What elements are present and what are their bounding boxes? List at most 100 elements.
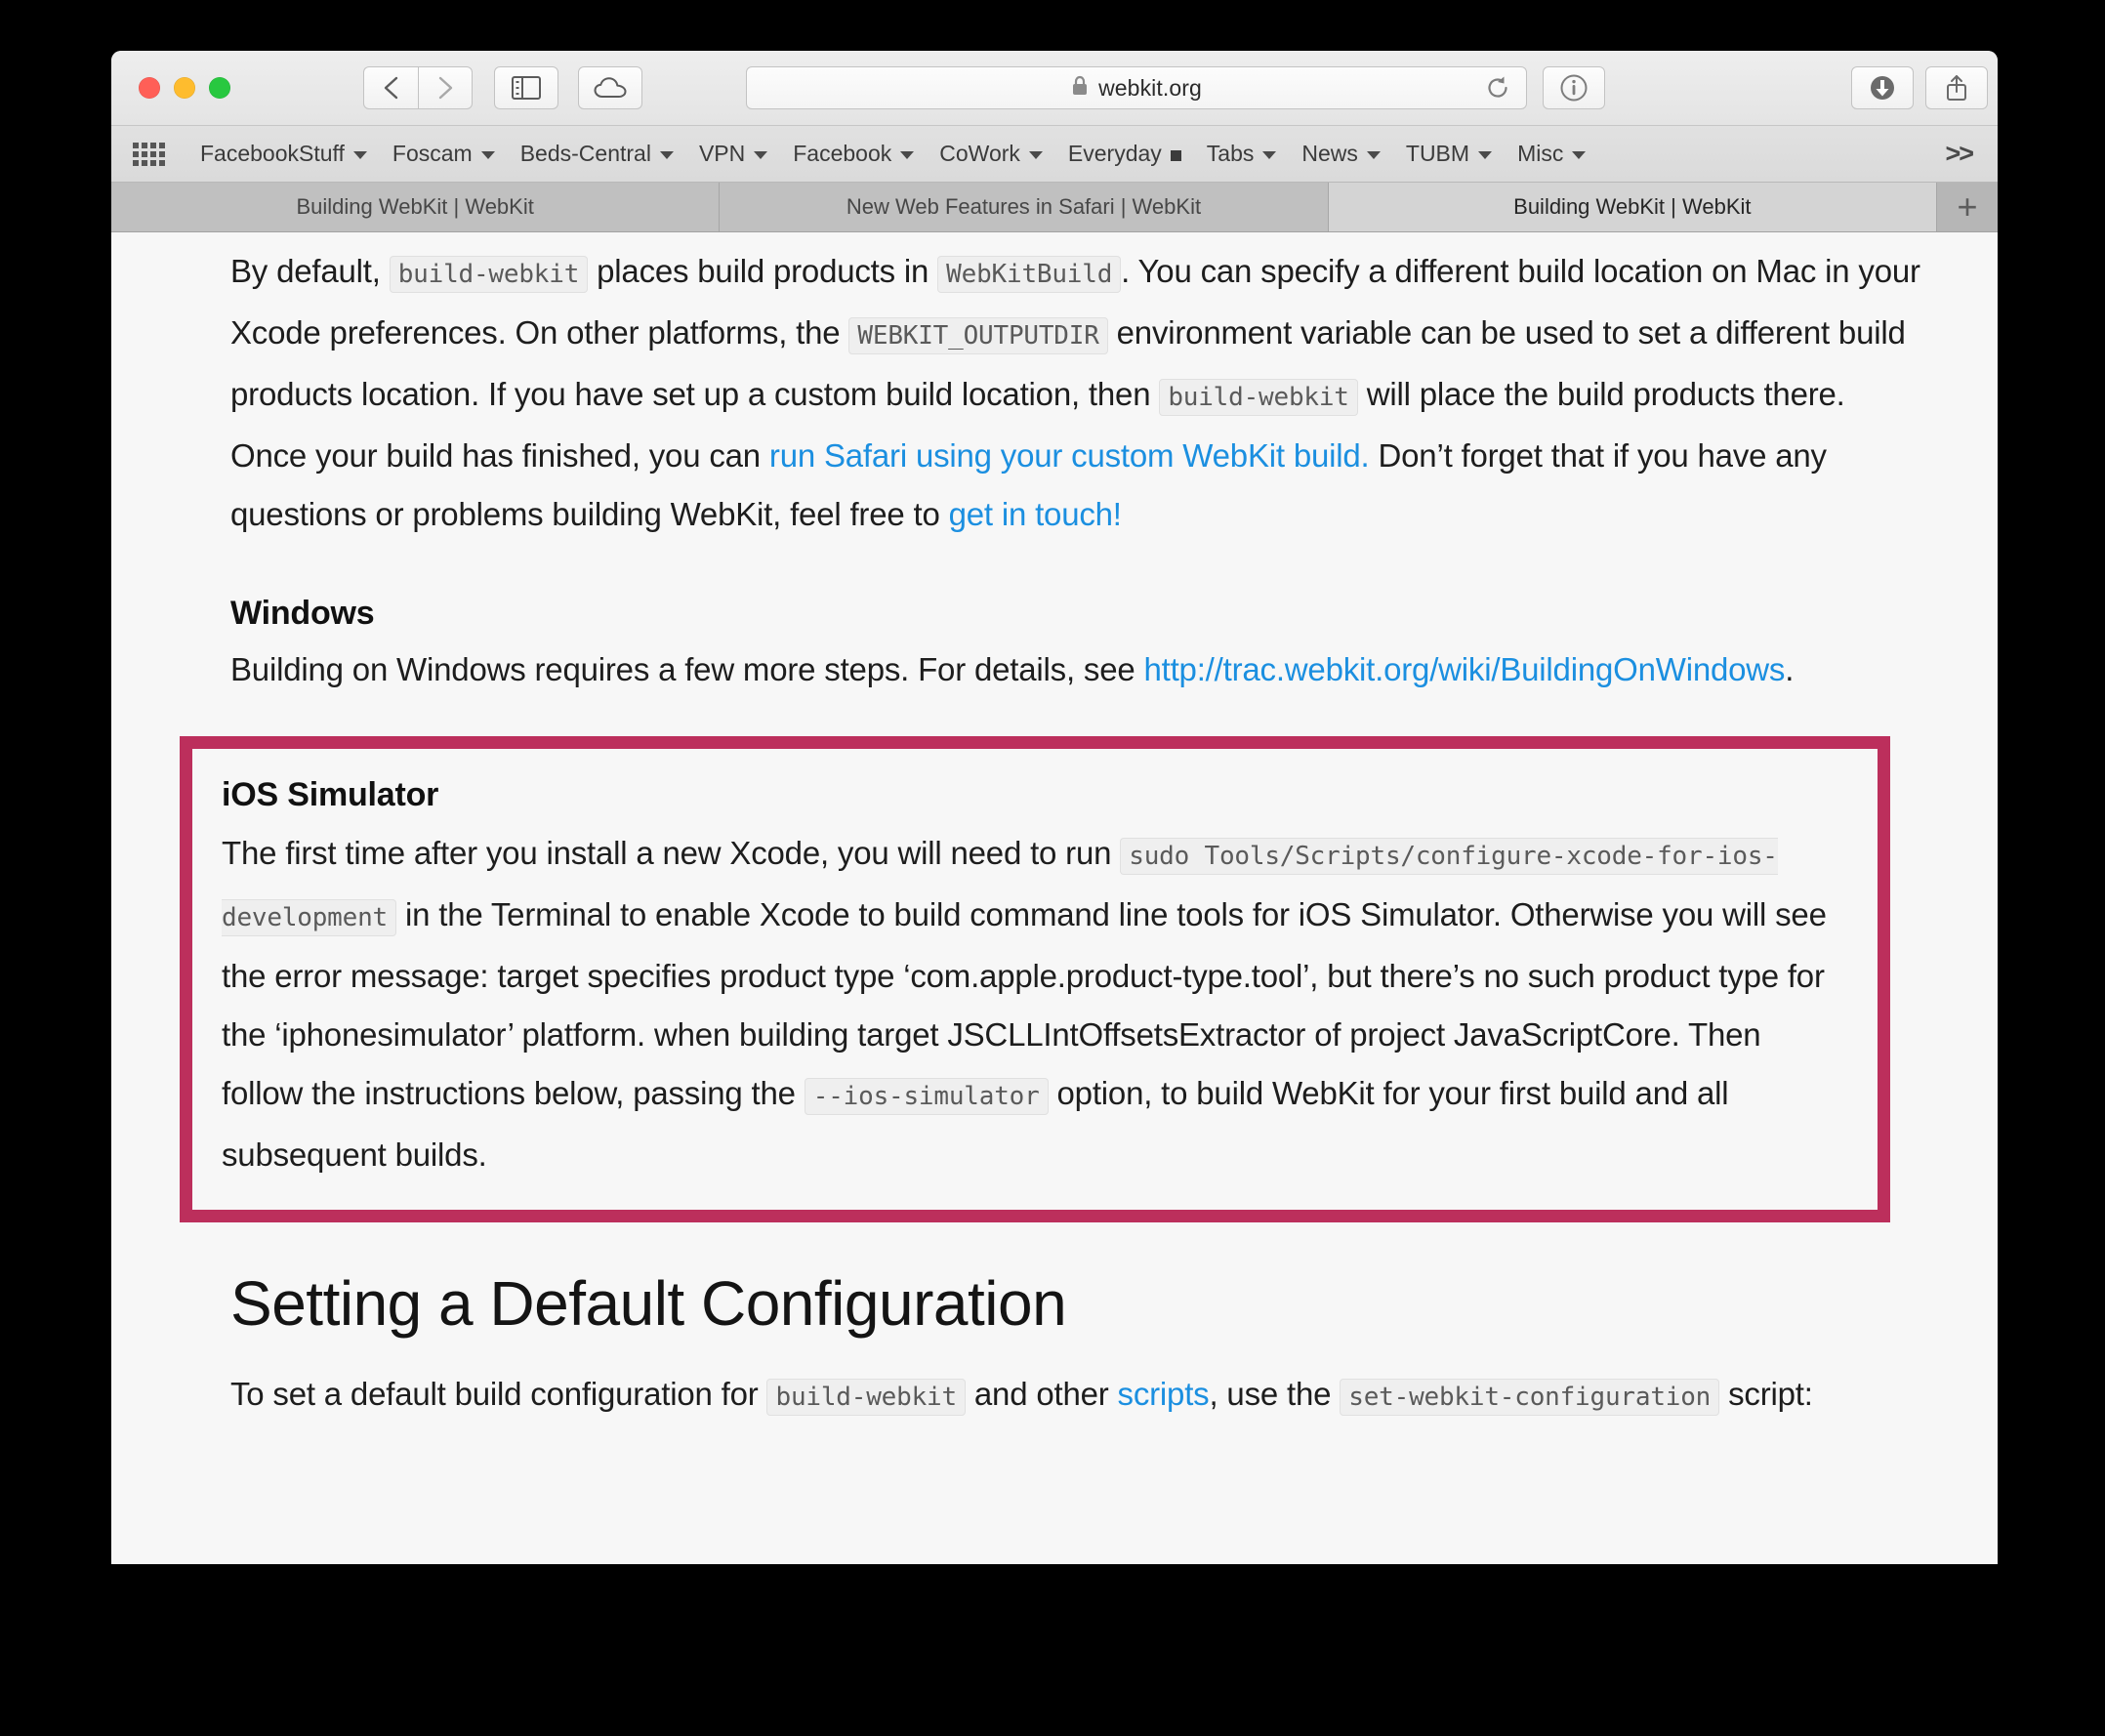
bookmark-tubm[interactable]: TUBM — [1393, 137, 1505, 171]
chevron-down-icon — [480, 151, 495, 159]
heading-setting-default-configuration: Setting a Default Configuration — [230, 1268, 1067, 1339]
heading-windows: Windows — [230, 595, 375, 632]
bookmark-facebookstuff[interactable]: FacebookStuff — [187, 137, 380, 171]
browser-toolbar: webkit.org — [111, 51, 1998, 126]
code-webkit-outputdir: WEBKIT_OUTPUTDIR — [848, 317, 1108, 354]
chevron-right-icon — [435, 74, 455, 102]
tab-title: Building WebKit | WebKit — [1513, 194, 1752, 219]
chevron-down-icon — [659, 151, 674, 159]
lock-icon — [1071, 75, 1089, 102]
bookmarks-overflow-button[interactable]: >> — [1945, 139, 1974, 169]
new-tab-button[interactable]: + — [1936, 183, 1998, 231]
bookmark-misc[interactable]: Misc — [1505, 137, 1598, 171]
tab-title: Building WebKit | WebKit — [296, 194, 534, 219]
bookmark-label: TUBM — [1405, 141, 1470, 166]
link-run-safari-custom-build[interactable]: run Safari using your custom WebKit buil… — [769, 437, 1370, 474]
bookmark-label: Foscam — [392, 141, 473, 166]
bookmark-label: CoWork — [939, 141, 1020, 166]
bookmark-label: FacebookStuff — [200, 141, 345, 166]
tab-title: New Web Features in Safari | WebKit — [846, 194, 1202, 219]
address-bar-url: webkit.org — [1098, 74, 1202, 101]
reload-button[interactable] — [1483, 73, 1512, 103]
webpage-content: By default, build-webkit places build pr… — [111, 232, 1998, 1564]
chevron-down-icon — [1572, 151, 1587, 159]
text-fragment: To set a default build configuration for — [230, 1376, 759, 1412]
bookmark-label: Beds-Central — [519, 141, 651, 166]
link-get-in-touch[interactable]: get in touch! — [949, 496, 1122, 532]
tab-building-webkit-2[interactable]: Building WebKit | WebKit — [1328, 183, 1937, 231]
bookmark-label: Everyday — [1067, 141, 1162, 166]
address-bar[interactable]: webkit.org — [746, 66, 1527, 109]
paragraph-windows: Building on Windows requires a few more … — [230, 641, 1929, 699]
maximize-window-button[interactable] — [209, 77, 230, 99]
share-icon — [1944, 73, 1969, 103]
text-fragment: The first time after you install a new X… — [222, 835, 1112, 871]
browser-window: webkit.org FacebookStuff Foscam Beds-Cen… — [111, 51, 1998, 1564]
paragraph-default-configuration: To set a default build configuration for… — [230, 1365, 1929, 1426]
address-bar-content: webkit.org — [1071, 75, 1202, 102]
bookmark-beds-central[interactable]: Beds-Central — [508, 137, 686, 171]
text-fragment: and other — [973, 1376, 1109, 1412]
bookmark-everyday[interactable]: Everyday — [1055, 137, 1194, 171]
chevron-left-icon — [382, 74, 401, 102]
tab-bar: Building WebKit | WebKit New Web Feature… — [111, 183, 1998, 232]
heading-ios-simulator: iOS Simulator — [222, 776, 439, 813]
bookmark-vpn[interactable]: VPN — [686, 137, 780, 171]
chevron-down-icon — [900, 151, 915, 159]
bookmark-facebook[interactable]: Facebook — [780, 137, 927, 171]
square-marker-icon — [1170, 149, 1181, 161]
paragraph-build-location: By default, build-webkit places build pr… — [230, 242, 1929, 544]
article-body: By default, build-webkit places build pr… — [111, 232, 1998, 1426]
bookmark-foscam[interactable]: Foscam — [380, 137, 508, 171]
bookmarks-bar: FacebookStuff Foscam Beds-Central VPN Fa… — [111, 126, 1998, 183]
chevron-down-icon — [1028, 151, 1043, 159]
chevron-down-icon — [1478, 151, 1493, 159]
share-button[interactable] — [1925, 66, 1988, 109]
code-ios-simulator-flag: --ios-simulator — [804, 1078, 1049, 1115]
reader-info-button[interactable] — [1543, 66, 1605, 109]
bookmark-tabs[interactable]: Tabs — [1194, 137, 1290, 171]
text-fragment: places build products in — [597, 253, 929, 289]
bookmark-cowork[interactable]: CoWork — [927, 137, 1055, 171]
downloads-button[interactable] — [1851, 66, 1914, 109]
back-button[interactable] — [363, 66, 418, 109]
text-fragment: . — [1785, 651, 1795, 687]
text-fragment: script: — [1728, 1376, 1813, 1412]
cloud-icon — [594, 76, 627, 100]
tab-new-web-features[interactable]: New Web Features in Safari | WebKit — [720, 183, 1329, 231]
text-fragment: Building on Windows requires a few more … — [230, 651, 1135, 687]
chevron-down-icon — [1262, 151, 1277, 159]
chevron-down-icon — [1366, 151, 1381, 159]
tab-building-webkit-1[interactable]: Building WebKit | WebKit — [111, 183, 721, 231]
window-controls — [139, 77, 230, 99]
ios-simulator-callout: iOS Simulator The first time after you i… — [180, 736, 1890, 1222]
bookmark-label: Misc — [1517, 141, 1564, 166]
bookmark-label: Facebook — [793, 141, 892, 166]
code-build-webkit-1: build-webkit — [389, 256, 589, 293]
code-set-webkit-configuration: set-webkit-configuration — [1340, 1379, 1720, 1416]
download-icon — [1868, 73, 1897, 103]
bookmark-label: Tabs — [1206, 141, 1255, 166]
plus-icon: + — [1957, 186, 1978, 227]
sidebar-icon — [512, 76, 541, 100]
link-building-on-windows[interactable]: http://trac.webkit.org/wiki/BuildingOnWi… — [1143, 651, 1785, 687]
chevron-down-icon — [754, 151, 768, 159]
code-build-webkit-3: build-webkit — [766, 1379, 966, 1416]
apps-grid-icon[interactable] — [133, 140, 166, 169]
code-webkitbuild: WebKitBuild — [937, 256, 1122, 293]
code-build-webkit-2: build-webkit — [1159, 379, 1358, 416]
text-fragment: By default, — [230, 253, 381, 289]
link-scripts[interactable]: scripts — [1118, 1376, 1210, 1412]
forward-button[interactable] — [418, 66, 473, 109]
info-icon — [1559, 73, 1589, 103]
chevron-down-icon — [352, 151, 367, 159]
text-fragment: , use the — [1209, 1376, 1332, 1412]
paragraph-ios-simulator: The first time after you install a new X… — [222, 824, 1850, 1184]
icloud-tabs-button[interactable] — [578, 66, 642, 109]
bookmark-label: News — [1301, 141, 1358, 166]
close-window-button[interactable] — [139, 77, 160, 99]
bookmark-news[interactable]: News — [1289, 137, 1393, 171]
minimize-window-button[interactable] — [174, 77, 195, 99]
bookmark-label: VPN — [698, 141, 746, 166]
sidebar-toggle-button[interactable] — [494, 66, 558, 109]
